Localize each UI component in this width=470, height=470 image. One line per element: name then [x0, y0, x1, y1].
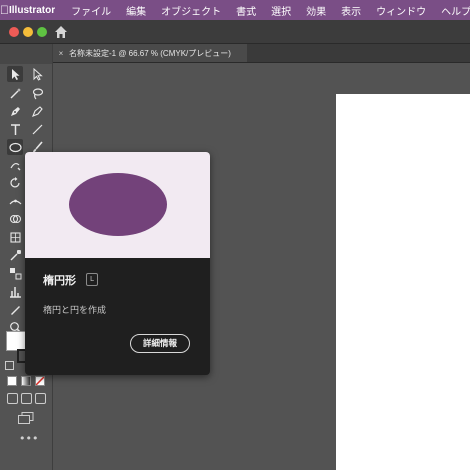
menu-window[interactable]: ウィンドウ: [376, 3, 426, 18]
menu-object[interactable]: オブジェクト: [161, 3, 221, 18]
shortcut-key-badge: L: [86, 273, 98, 286]
rotate-tool-icon[interactable]: [7, 175, 23, 191]
default-colors-icon[interactable]: [5, 361, 14, 370]
fill-swatch[interactable]: [6, 331, 26, 351]
ellipse-tool-icon[interactable]: [7, 139, 23, 155]
width-tool-icon[interactable]: [7, 193, 23, 209]
none-mode-icon[interactable]: [35, 376, 45, 386]
type-tool-icon[interactable]: [7, 121, 23, 137]
perspective-grid-tool-icon[interactable]: [7, 229, 23, 245]
selection-tool-icon[interactable]: [7, 66, 23, 82]
menu-file[interactable]: ファイル: [71, 3, 111, 18]
menu-view[interactable]: 表示: [341, 3, 361, 18]
draw-inside-icon[interactable]: [35, 393, 46, 404]
line-segment-tool-icon[interactable]: [29, 121, 45, 137]
ellipse-preview-shape: [69, 173, 167, 236]
document-tab[interactable]: × 名称未設定-1 @ 66.67 % (CMYK/プレビュー): [53, 44, 247, 62]
tooltip-preview: [25, 152, 210, 258]
slice-tool-icon[interactable]: [7, 301, 23, 317]
magic-wand-tool-icon[interactable]: [7, 85, 23, 101]
shaper-tool-icon[interactable]: [7, 157, 23, 173]
zoom-window-button[interactable]: [37, 27, 47, 37]
tooltip-tool-name: 楕円形: [43, 274, 76, 287]
artboard[interactable]: [336, 94, 470, 470]
eyedropper-tool-icon[interactable]: [7, 247, 23, 263]
shape-builder-tool-icon[interactable]: [7, 211, 23, 227]
menu-app-name[interactable]: Illustrator: [9, 5, 55, 16]
menu-help[interactable]: ヘルプ: [441, 3, 470, 18]
more-tools-icon[interactable]: •••: [19, 432, 38, 445]
menu-type[interactable]: 書式: [236, 3, 256, 18]
draw-behind-icon[interactable]: [21, 393, 32, 404]
screen-mode-icon[interactable]: [18, 409, 34, 424]
lasso-tool-icon[interactable]: [29, 85, 45, 101]
document-tab-bar: × 名称未設定-1 @ 66.67 % (CMYK/プレビュー): [53, 44, 470, 63]
app-title-bar: [0, 20, 470, 44]
tooltip-description: 楕円と円を作成: [43, 306, 107, 316]
gradient-mode-icon[interactable]: [21, 376, 31, 386]
pen-tool-icon[interactable]: [7, 103, 23, 119]
apple-icon[interactable]: : [0, 3, 9, 17]
direct-selection-tool-icon[interactable]: [29, 66, 45, 82]
close-window-button[interactable]: [9, 27, 19, 37]
home-icon[interactable]: [54, 24, 68, 38]
blend-tool-icon[interactable]: [7, 265, 23, 281]
menu-bar:  Illustrator ファイル 編集 オブジェクト 書式 選択 効果 表示…: [0, 0, 470, 20]
close-tab-icon[interactable]: ×: [53, 49, 69, 58]
minimize-window-button[interactable]: [23, 27, 33, 37]
menu-edit[interactable]: 編集: [126, 3, 146, 18]
menu-select[interactable]: 選択: [271, 3, 291, 18]
document-tab-title: 名称未設定-1 @ 66.67 % (CMYK/プレビュー): [69, 48, 231, 58]
tool-tooltip: 楕円形 L 楕円と円を作成 詳細情報: [25, 152, 210, 375]
panel-grip[interactable]: [0, 44, 52, 64]
curvature-tool-icon[interactable]: [29, 103, 45, 119]
draw-normal-icon[interactable]: [7, 393, 18, 404]
learn-more-button[interactable]: 詳細情報: [130, 334, 190, 353]
menu-effect[interactable]: 効果: [306, 3, 326, 18]
color-mode-icon[interactable]: [7, 376, 17, 386]
column-graph-tool-icon[interactable]: [7, 283, 23, 299]
